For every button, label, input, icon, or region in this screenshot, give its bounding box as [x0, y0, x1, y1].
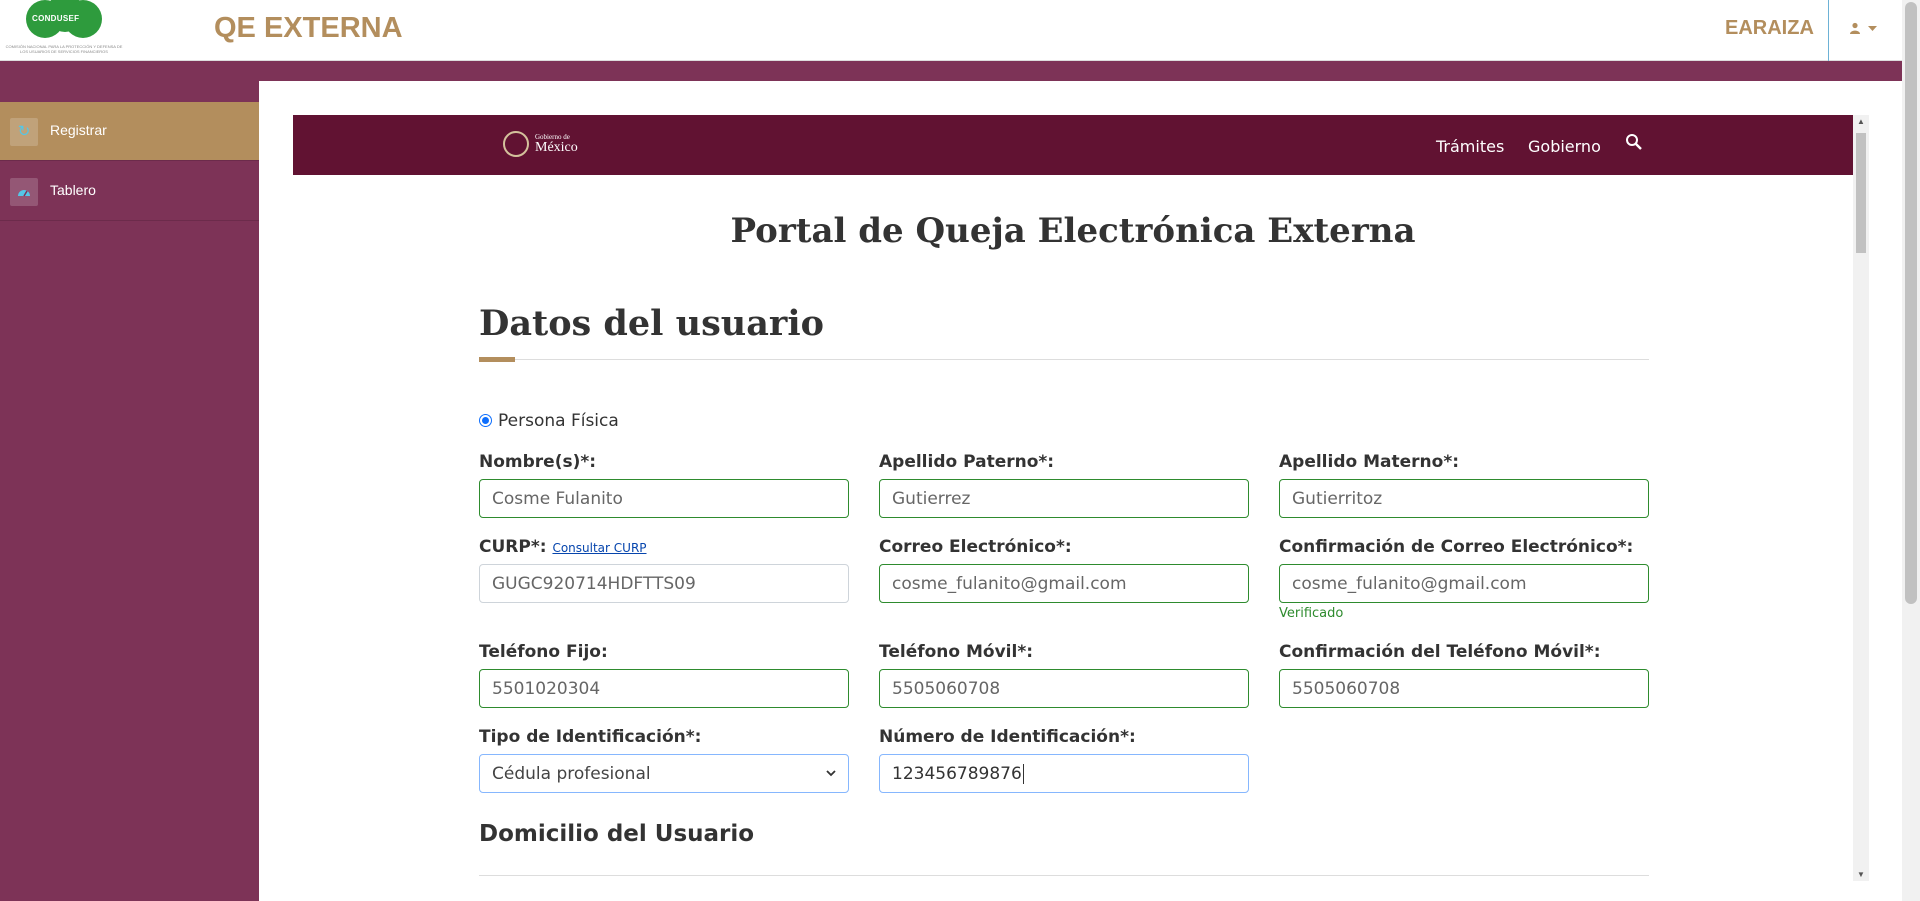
scroll-up-icon[interactable]: ▲ — [1857, 117, 1865, 126]
field-label: Confirmación del Teléfono Móvil*: — [1279, 642, 1601, 662]
curp-label: CURP*: — [479, 537, 547, 557]
user-icon — [1850, 22, 1860, 34]
text-caret — [1022, 763, 1024, 784]
frame-scrollbar-thumb[interactable] — [1856, 133, 1866, 253]
field-correo: Correo Electrónico*: cosme_fulanito@gmai… — [879, 536, 1249, 603]
gob-mexico-logo[interactable]: Gobierno de México — [503, 129, 583, 161]
field-nombre: Nombre(s)*: Cosme Fulanito — [479, 451, 849, 518]
refresh-icon: ↻ — [10, 118, 38, 146]
sidebar-item-label: Tablero — [50, 182, 96, 198]
verified-hint: Verificado — [1279, 606, 1344, 621]
page-scrollbar[interactable] — [1902, 0, 1920, 901]
tipo-identificacion-select[interactable]: Cédula profesional — [479, 754, 849, 793]
field-telefono-fijo: Teléfono Fijo: 5501020304 — [479, 641, 849, 708]
field-label: Apellido Materno*: — [1279, 452, 1460, 472]
field-label: Tipo de Identificación*: — [479, 727, 702, 747]
sidebar-item-tablero[interactable]: Tablero — [0, 162, 259, 221]
field-label: Nombre(s)*: — [479, 452, 597, 472]
sidebar-item-label: Registrar — [50, 122, 107, 138]
field-apellido-paterno: Apellido Paterno*: Gutierrez — [879, 451, 1249, 518]
logo-subtext: COMISIÓN NACIONAL PARA LA PROTECCIÓN Y D… — [5, 44, 123, 54]
dashboard-icon — [10, 178, 38, 206]
person-type-label: Persona Física — [498, 411, 619, 431]
apellido-paterno-input[interactable]: Gutierrez — [879, 479, 1249, 518]
telefono-fijo-input[interactable]: 5501020304 — [479, 669, 849, 708]
section-divider — [479, 359, 1649, 360]
nav-link-tramites[interactable]: Trámites — [1436, 137, 1504, 156]
section-title: Datos del usuario — [479, 303, 825, 344]
consultar-curp-link[interactable]: Consultar CURP — [552, 541, 646, 555]
search-icon[interactable] — [1625, 133, 1643, 151]
subsection-divider — [479, 875, 1649, 876]
person-type-radio[interactable]: Persona Física — [479, 411, 619, 431]
nombre-input[interactable]: Cosme Fulanito — [479, 479, 849, 518]
numero-identificacion-input[interactable]: 123456789876 — [879, 754, 1249, 793]
input-value: 123456789876 — [892, 763, 1022, 784]
frame-scrollbar[interactable]: ▲ ▼ — [1853, 115, 1869, 881]
sidebar: ↻ Registrar Tablero — [0, 81, 259, 901]
field-correo-confirm: Confirmación de Correo Electrónico*: cos… — [1279, 536, 1649, 621]
subsection-title: Domicilio del Usuario — [479, 821, 755, 847]
field-label: Correo Electrónico*: — [879, 537, 1072, 557]
field-apellido-materno: Apellido Materno*: Gutierritoz — [1279, 451, 1649, 518]
correo-confirm-input[interactable]: cosme_fulanito@gmail.com — [1279, 564, 1649, 603]
seal-icon — [503, 131, 529, 157]
chevron-down-icon — [826, 770, 836, 777]
radio-selected-icon[interactable] — [479, 414, 492, 427]
app-title: QE EXTERNA — [214, 12, 403, 44]
field-telefono-movil-confirm: Confirmación del Teléfono Móvil*: 550506… — [1279, 641, 1649, 708]
condusef-logo[interactable]: CONDUSEF COMISIÓN NACIONAL PARA LA PROTE… — [2, 0, 126, 61]
select-value: Cédula profesional — [492, 763, 651, 784]
field-label: Teléfono Móvil*: — [879, 642, 1034, 662]
caret-down-icon — [1867, 26, 1877, 31]
field-label: Apellido Paterno*: — [879, 452, 1055, 472]
field-label: Teléfono Fijo: — [479, 642, 608, 662]
field-numero-identificacion: Número de Identificación*: 123456789876 — [879, 726, 1249, 793]
field-label: Confirmación de Correo Electrónico*: — [1279, 537, 1634, 557]
embedded-form-frame: Gobierno de México Trámites Gobierno Por… — [293, 115, 1853, 901]
scroll-down-icon[interactable]: ▼ — [1857, 870, 1865, 879]
header-band — [0, 62, 1902, 81]
field-curp: CURP*: Consultar CURP GUGC920714HDFTTS09 — [479, 536, 849, 603]
top-header: CONDUSEF COMISIÓN NACIONAL PARA LA PROTE… — [0, 0, 1902, 61]
section-accent — [479, 357, 515, 362]
curp-input[interactable]: GUGC920714HDFTTS09 — [479, 564, 849, 603]
portal-title: Portal de Queja Electrónica Externa — [730, 211, 1416, 251]
correo-input[interactable]: cosme_fulanito@gmail.com — [879, 564, 1249, 603]
user-menu-button[interactable] — [1849, 20, 1877, 36]
sidebar-item-registrar[interactable]: ↻ Registrar — [0, 102, 259, 161]
field-label: CURP*: Consultar CURP — [479, 536, 849, 564]
field-tipo-identificacion: Tipo de Identificación*: Cédula profesio… — [479, 726, 849, 793]
telefono-movil-input[interactable]: 5505060708 — [879, 669, 1249, 708]
user-name[interactable]: EARAIZA — [1725, 17, 1814, 40]
apellido-materno-input[interactable]: Gutierritoz — [1279, 479, 1649, 518]
field-label: Número de Identificación*: — [879, 727, 1136, 747]
header-divider — [1828, 0, 1829, 61]
gob-logo-big: México — [535, 140, 578, 155]
gob-navbar: Gobierno de México Trámites Gobierno — [293, 115, 1853, 175]
logo-text: CONDUSEF — [32, 14, 80, 23]
page-scrollbar-thumb[interactable] — [1905, 2, 1917, 604]
field-telefono-movil: Teléfono Móvil*: 5505060708 — [879, 641, 1249, 708]
telefono-movil-confirm-input[interactable]: 5505060708 — [1279, 669, 1649, 708]
nav-link-gobierno[interactable]: Gobierno — [1528, 137, 1601, 156]
